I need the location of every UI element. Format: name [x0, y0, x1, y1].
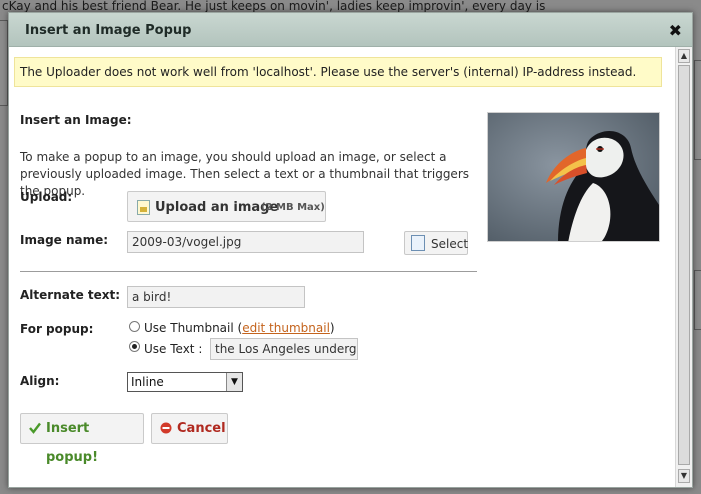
- insert-button-label: Insert popup!: [46, 421, 99, 465]
- chevron-down-icon[interactable]: ▼: [226, 373, 242, 391]
- background-panel-right: [694, 60, 701, 160]
- scroll-up-button[interactable]: ▲: [678, 49, 690, 63]
- upload-max-size: (2 MB Max): [261, 202, 325, 213]
- use-thumbnail-label: Use Thumbnail (: [144, 321, 243, 335]
- close-icon[interactable]: ✖: [669, 21, 682, 40]
- cancel-button-label: Cancel: [177, 421, 226, 436]
- insert-image-popup-dialog: Insert an Image Popup ✖ The Uploader doe…: [8, 12, 693, 488]
- background-panel-right-2: [694, 270, 701, 330]
- dialog-scrollbar[interactable]: ▲ ▼: [675, 47, 692, 487]
- document-icon: [411, 235, 425, 251]
- use-text-label: Use Text :: [144, 342, 203, 356]
- use-thumbnail-option: Use Thumbnail (edit thumbnail): [144, 321, 335, 335]
- scroll-down-button[interactable]: ▼: [678, 469, 690, 483]
- localhost-warning-notice: The Uploader does not work well from 'lo…: [14, 57, 662, 87]
- upload-label: Upload:: [20, 190, 73, 204]
- cancel-button[interactable]: Cancel: [151, 413, 228, 444]
- image-name-label: Image name:: [20, 233, 109, 247]
- dialog-title: Insert an Image Popup: [25, 23, 192, 38]
- upload-image-button[interactable]: Upload an image (2 MB Max): [127, 191, 326, 222]
- use-thumbnail-label-close: ): [329, 321, 335, 335]
- insert-image-heading: Insert an Image:: [20, 113, 132, 127]
- for-popup-label: For popup:: [20, 322, 94, 336]
- edit-thumbnail-link[interactable]: edit thumbnail: [242, 321, 330, 335]
- align-selected-value: Inline: [131, 375, 164, 389]
- align-select[interactable]: Inline ▼: [127, 372, 243, 392]
- image-upload-icon: [137, 200, 150, 215]
- insert-popup-button[interactable]: Insert popup!: [20, 413, 144, 465]
- dialog-content: The Uploader does not work well from 'lo…: [9, 47, 675, 487]
- alternate-text-field[interactable]: a bird!: [127, 286, 305, 308]
- alternate-text-label: Alternate text:: [20, 288, 121, 302]
- use-text-radio[interactable]: [129, 341, 140, 352]
- use-thumbnail-radio[interactable]: [129, 321, 140, 332]
- select-button-label: Select: [431, 237, 469, 251]
- background-panel-left: [0, 20, 8, 106]
- puffin-photo: [488, 113, 659, 241]
- dialog-titlebar[interactable]: Insert an Image Popup ✖: [9, 13, 692, 47]
- selected-image-preview: [487, 112, 660, 242]
- form-divider: [20, 271, 477, 272]
- scrollbar-thumb[interactable]: [678, 65, 690, 465]
- cancel-circle-icon: [160, 422, 172, 434]
- align-label: Align:: [20, 374, 60, 388]
- image-name-field[interactable]: 2009-03/vogel.jpg: [127, 231, 364, 253]
- upload-button-label: Upload an image: [155, 200, 279, 215]
- popup-text-field[interactable]: the Los Angeles undergr: [210, 338, 358, 360]
- select-image-button[interactable]: Select: [404, 231, 468, 255]
- checkmark-icon: [29, 422, 41, 434]
